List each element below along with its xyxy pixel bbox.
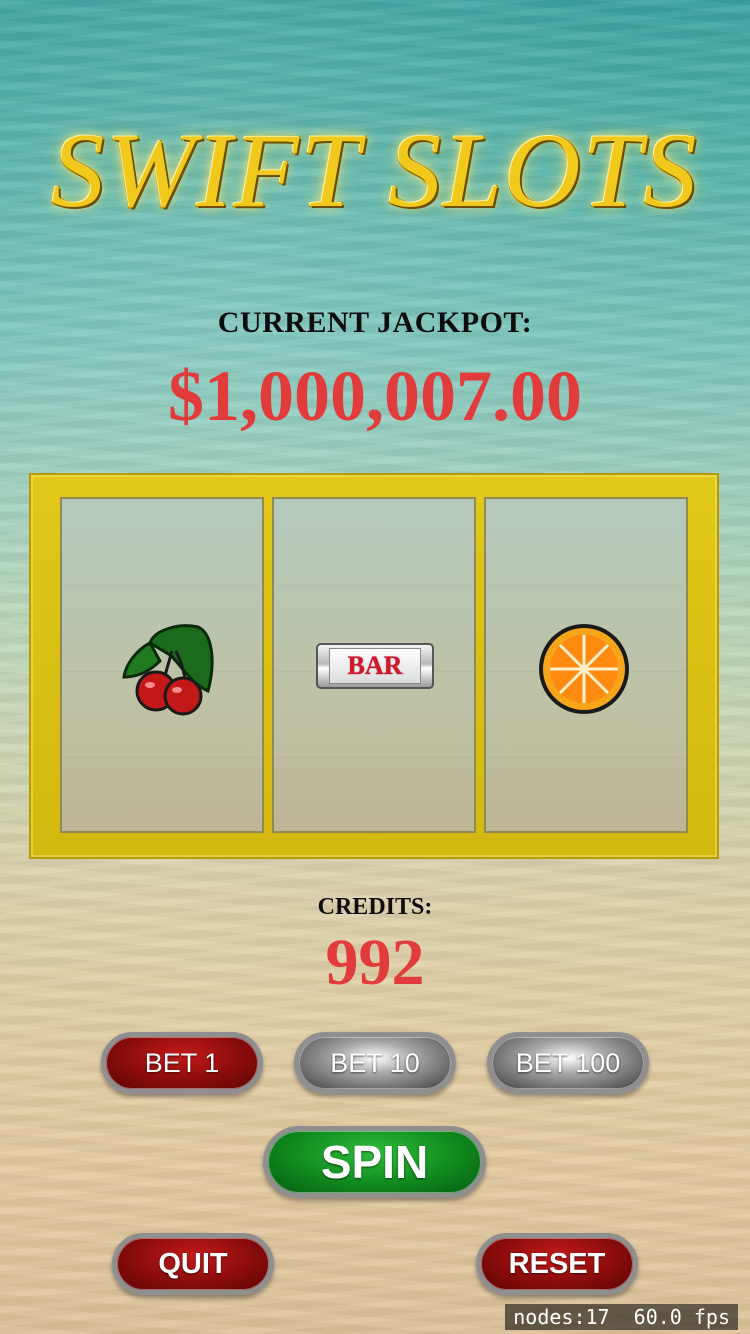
debug-stats: nodes:17 60.0 fps [505,1304,738,1330]
orange-icon [539,624,629,714]
reset-button[interactable]: RESET [476,1233,638,1295]
credits-label: CREDITS: [317,894,433,920]
bet-100-button[interactable]: BET 100 [487,1032,649,1094]
reel-3 [484,497,688,833]
credits-value: 992 [325,926,425,999]
cherry-icon [122,624,214,716]
bet-10-button[interactable]: BET 10 [294,1032,456,1094]
bet-1-button[interactable]: BET 1 [101,1032,263,1094]
game-title: SWIFT SLOTS [51,112,699,229]
quit-button[interactable]: QUIT [112,1233,274,1295]
reel-1 [60,497,264,833]
spin-button[interactable]: SPIN [263,1126,486,1198]
jackpot-label: CURRENT JACKPOT: [217,306,533,339]
jackpot-value: $1,000,007.00 [168,356,582,436]
bar-label: BAR [347,651,403,680]
reel-2: BAR [272,497,476,833]
bar-icon: BAR [316,643,434,689]
